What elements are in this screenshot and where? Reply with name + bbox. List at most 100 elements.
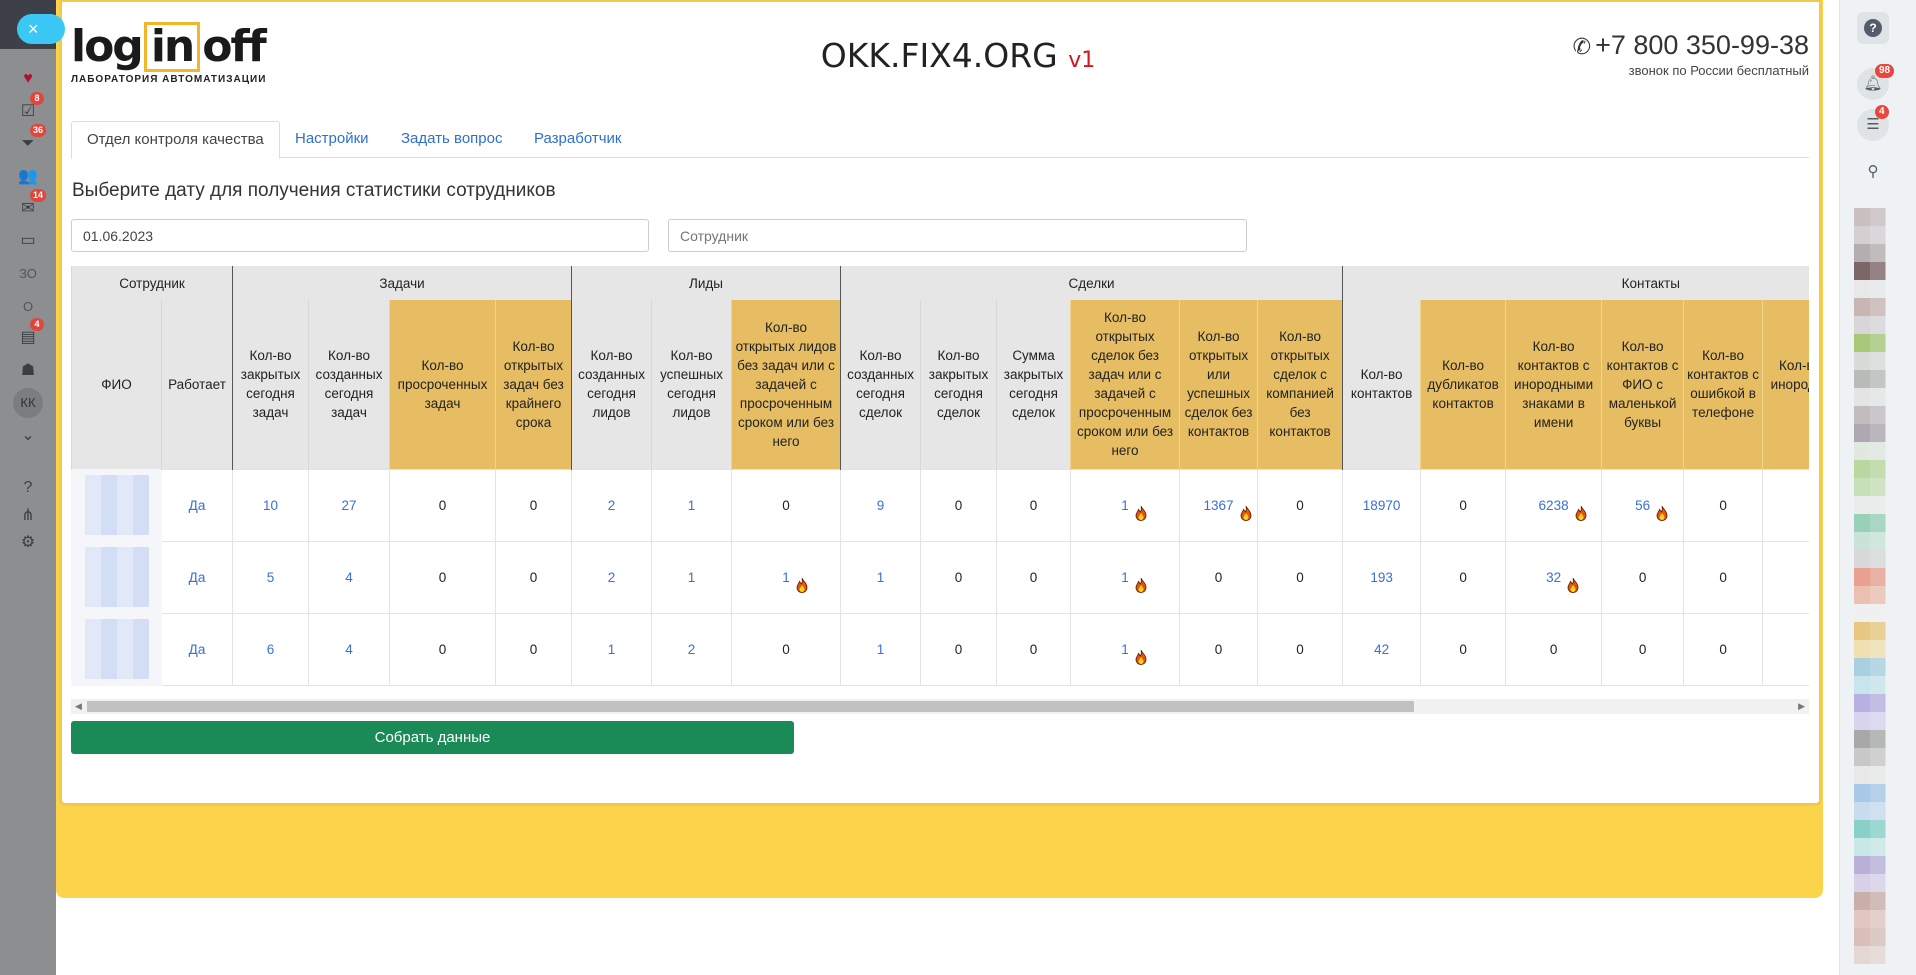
table-cell[interactable]: 193	[1342, 540, 1422, 614]
table-cell[interactable]: 6238	[1505, 468, 1603, 542]
column-header[interactable]: Кол-во открытых задач без крайнего срока	[494, 300, 572, 469]
tab-developer[interactable]: Разработчик	[534, 121, 621, 158]
column-header[interactable]: Кол-во созданных сегодня задач	[308, 300, 390, 469]
help-icon[interactable]: ?	[14, 476, 42, 500]
table-cell[interactable]: 27	[308, 468, 390, 542]
contact-avatar[interactable]	[1854, 352, 1902, 370]
column-header[interactable]: Кол-во успешных сегодня лидов	[651, 300, 732, 469]
cell-value[interactable]: 1	[1121, 498, 1129, 513]
table-cell[interactable]: 1	[651, 468, 733, 542]
column-header[interactable]: Кол-во открытых или успешных сделок без …	[1179, 300, 1258, 469]
contact-avatar[interactable]	[1854, 316, 1902, 334]
tab-quality-control[interactable]: Отдел контроля качества	[71, 121, 280, 159]
contact-avatar[interactable]	[1854, 334, 1902, 352]
chevron-down-icon[interactable]: ⌄	[14, 424, 42, 448]
table-cell[interactable]: 32	[1505, 540, 1603, 614]
table-cell[interactable]: 42	[1342, 612, 1422, 686]
table-cell[interactable]: 56	[1601, 468, 1685, 542]
contact-avatar[interactable]	[1854, 406, 1902, 424]
contact-avatar[interactable]	[1854, 208, 1902, 226]
cell-value[interactable]: 9	[877, 498, 885, 513]
gear-icon[interactable]: ⚙	[14, 531, 42, 555]
contact-avatar[interactable]	[1854, 514, 1902, 532]
cell-value[interactable]: 1	[877, 570, 885, 585]
cell-value[interactable]: 4	[345, 570, 353, 585]
contact-avatar[interactable]	[1854, 388, 1902, 406]
scroll-left-arrow-icon[interactable]: ◀	[75, 699, 82, 714]
contact-avatar[interactable]	[1854, 460, 1902, 478]
contact-avatar[interactable]	[1854, 298, 1902, 316]
notifications-button[interactable]: 🔔︎ 98	[1857, 64, 1895, 100]
filter-icon[interactable]: ⏷ 36	[14, 124, 47, 156]
close-slider-button[interactable]: ×	[17, 14, 65, 44]
table-cell[interactable]: 5	[232, 540, 309, 614]
contact-avatar[interactable]	[1854, 424, 1902, 442]
table-cell[interactable]: 6	[232, 612, 309, 686]
column-header[interactable]: ФИО	[71, 300, 162, 469]
cell-value[interactable]: 32	[1546, 570, 1561, 585]
contact-avatar[interactable]	[1854, 370, 1902, 388]
employee-input[interactable]	[668, 219, 1247, 252]
column-header[interactable]: Кол-во контактов с инородными знаками в …	[1762, 300, 1809, 469]
table-cell[interactable]: 1	[731, 540, 842, 614]
mail-icon[interactable]: ✉ 14	[14, 189, 47, 221]
column-header[interactable]: Кол-во просроченных задач	[389, 300, 496, 469]
table-cell[interactable]: 1	[571, 612, 653, 686]
contact-avatar[interactable]	[1854, 676, 1902, 694]
contact-avatar[interactable]	[1854, 568, 1902, 586]
column-header[interactable]: Кол-во дубликатов контактов	[1420, 300, 1506, 469]
table-cell[interactable]: 18970	[1342, 468, 1422, 542]
contact-avatar[interactable]	[1854, 784, 1902, 802]
contact-avatar[interactable]	[1854, 910, 1902, 928]
cell-value[interactable]: 193	[1370, 570, 1393, 585]
cell-value[interactable]: 1	[1121, 570, 1129, 585]
contact-avatar[interactable]	[1854, 226, 1902, 244]
scrollbar-thumb[interactable]	[87, 701, 1414, 712]
cell-value[interactable]: 6	[267, 642, 275, 657]
table-cell[interactable]: 1	[651, 540, 733, 614]
table-cell[interactable]: 4	[308, 612, 390, 686]
contact-avatar[interactable]	[1854, 640, 1902, 658]
column-header[interactable]: Сумма закрытых сегодня сделок	[996, 300, 1071, 469]
works-link[interactable]: Да	[161, 540, 233, 614]
search-button[interactable]: ⚲	[1857, 156, 1889, 188]
column-header[interactable]: Кол-во контактов с ошибкой в телефоне	[1683, 300, 1763, 469]
sitemap-icon[interactable]: ⋔	[14, 504, 42, 528]
column-header[interactable]: Кол-во контактов	[1342, 300, 1421, 469]
contact-avatar[interactable]	[1854, 622, 1902, 640]
contact-avatar[interactable]	[1854, 496, 1902, 514]
column-header[interactable]: Работает	[161, 300, 233, 469]
contact-avatar[interactable]	[1854, 658, 1902, 676]
column-header[interactable]: Кол-во открытых сделок без задач или с з…	[1070, 300, 1180, 469]
table-cell[interactable]: 4	[308, 540, 390, 614]
works-link[interactable]: Да	[161, 468, 233, 542]
column-header[interactable]: Кол-во открытых сделок с компанией без к…	[1257, 300, 1343, 469]
column-header[interactable]: Кол-во закрытых сегодня сделок	[920, 300, 997, 469]
phone-number[interactable]: +7 800 350-99-38	[1595, 30, 1809, 60]
cell-value[interactable]: 2	[608, 570, 616, 585]
contact-avatar[interactable]	[1854, 946, 1902, 964]
contact-avatar[interactable]	[1854, 604, 1902, 622]
contact-avatar[interactable]	[1854, 766, 1902, 784]
date-input[interactable]	[71, 219, 649, 252]
column-header[interactable]: Кол-во открытых лидов без задач или с за…	[731, 300, 841, 469]
people-icon[interactable]: 👥	[14, 165, 42, 189]
cell-value[interactable]: 4	[345, 642, 353, 657]
text-zo[interactable]: ЗО	[14, 262, 42, 286]
contact-avatar[interactable]	[1854, 478, 1902, 496]
cell-value[interactable]: 42	[1374, 642, 1389, 657]
contact-avatar[interactable]	[1854, 586, 1902, 604]
contact-avatar[interactable]	[1854, 244, 1902, 262]
drive-icon[interactable]: ▭	[14, 229, 42, 253]
contact-avatar[interactable]	[1854, 730, 1902, 748]
contact-avatar[interactable]	[1854, 856, 1902, 874]
contact-avatar[interactable]	[1854, 280, 1902, 298]
calendar-icon[interactable]: ▤ 4	[14, 318, 44, 350]
table-cell[interactable]: 1	[840, 612, 922, 686]
contact-avatar[interactable]	[1854, 550, 1902, 568]
chat-button[interactable]: ☰ 4	[1857, 105, 1889, 141]
contact-avatar[interactable]	[1854, 442, 1902, 460]
cell-value[interactable]: 27	[341, 498, 356, 513]
contact-avatar[interactable]	[1854, 802, 1902, 820]
tab-ask-question[interactable]: Задать вопрос	[401, 121, 502, 158]
